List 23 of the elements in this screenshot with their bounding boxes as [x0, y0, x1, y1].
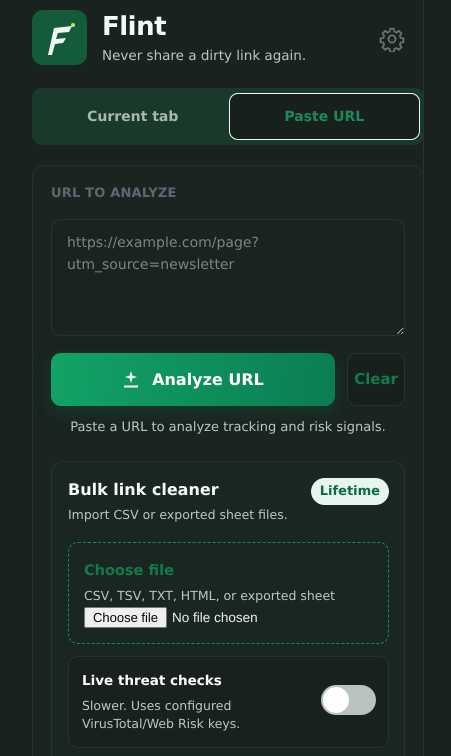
choose-file-button[interactable]: Choose file: [84, 606, 168, 628]
url-input-field[interactable]: https://example.com/page?utm_source=newsletter: [51, 219, 405, 336]
settings-icon[interactable]: [379, 26, 405, 52]
tab[interactable]: Current tab: [37, 93, 228, 140]
clear-button[interactable]: Clear: [347, 352, 405, 406]
dropzone-title: Choose file: [84, 562, 175, 579]
upload-sparkle-icon: [122, 370, 140, 388]
file-status-text: No file chosen: [172, 610, 258, 625]
file-formats-text: CSV, TSV, TXT, HTML, or exported sheet: [84, 588, 336, 603]
setting-description: Slower. Uses configured VirusTotal/Web Risk keys.: [82, 696, 242, 733]
card-title: Bulk link cleaner: [68, 478, 219, 499]
tab[interactable]: Paste URL: [228, 93, 420, 140]
setting-title: Live threat checks: [82, 672, 223, 689]
section-label: URL TO ANALYZE: [51, 186, 178, 201]
app-title: Flint: [102, 11, 168, 44]
analyze-button[interactable]: Analyze URL: [51, 352, 335, 406]
lifetime-badge: Lifetime: [310, 478, 389, 505]
file-dropzone[interactable]: Choose file CSV, TSV, TXT, HTML, or exported sheet Choose file No file chosen: [68, 542, 389, 644]
hint-text: Paste a URL to analyze tracking and risk signals.: [69, 420, 387, 435]
toggle-switch[interactable]: [321, 684, 376, 715]
app-tagline: Never share a dirty link again.: [102, 48, 308, 64]
app-logo-icon: [32, 10, 87, 65]
card-subtitle: Import CSV or exported sheet files.: [68, 506, 289, 522]
